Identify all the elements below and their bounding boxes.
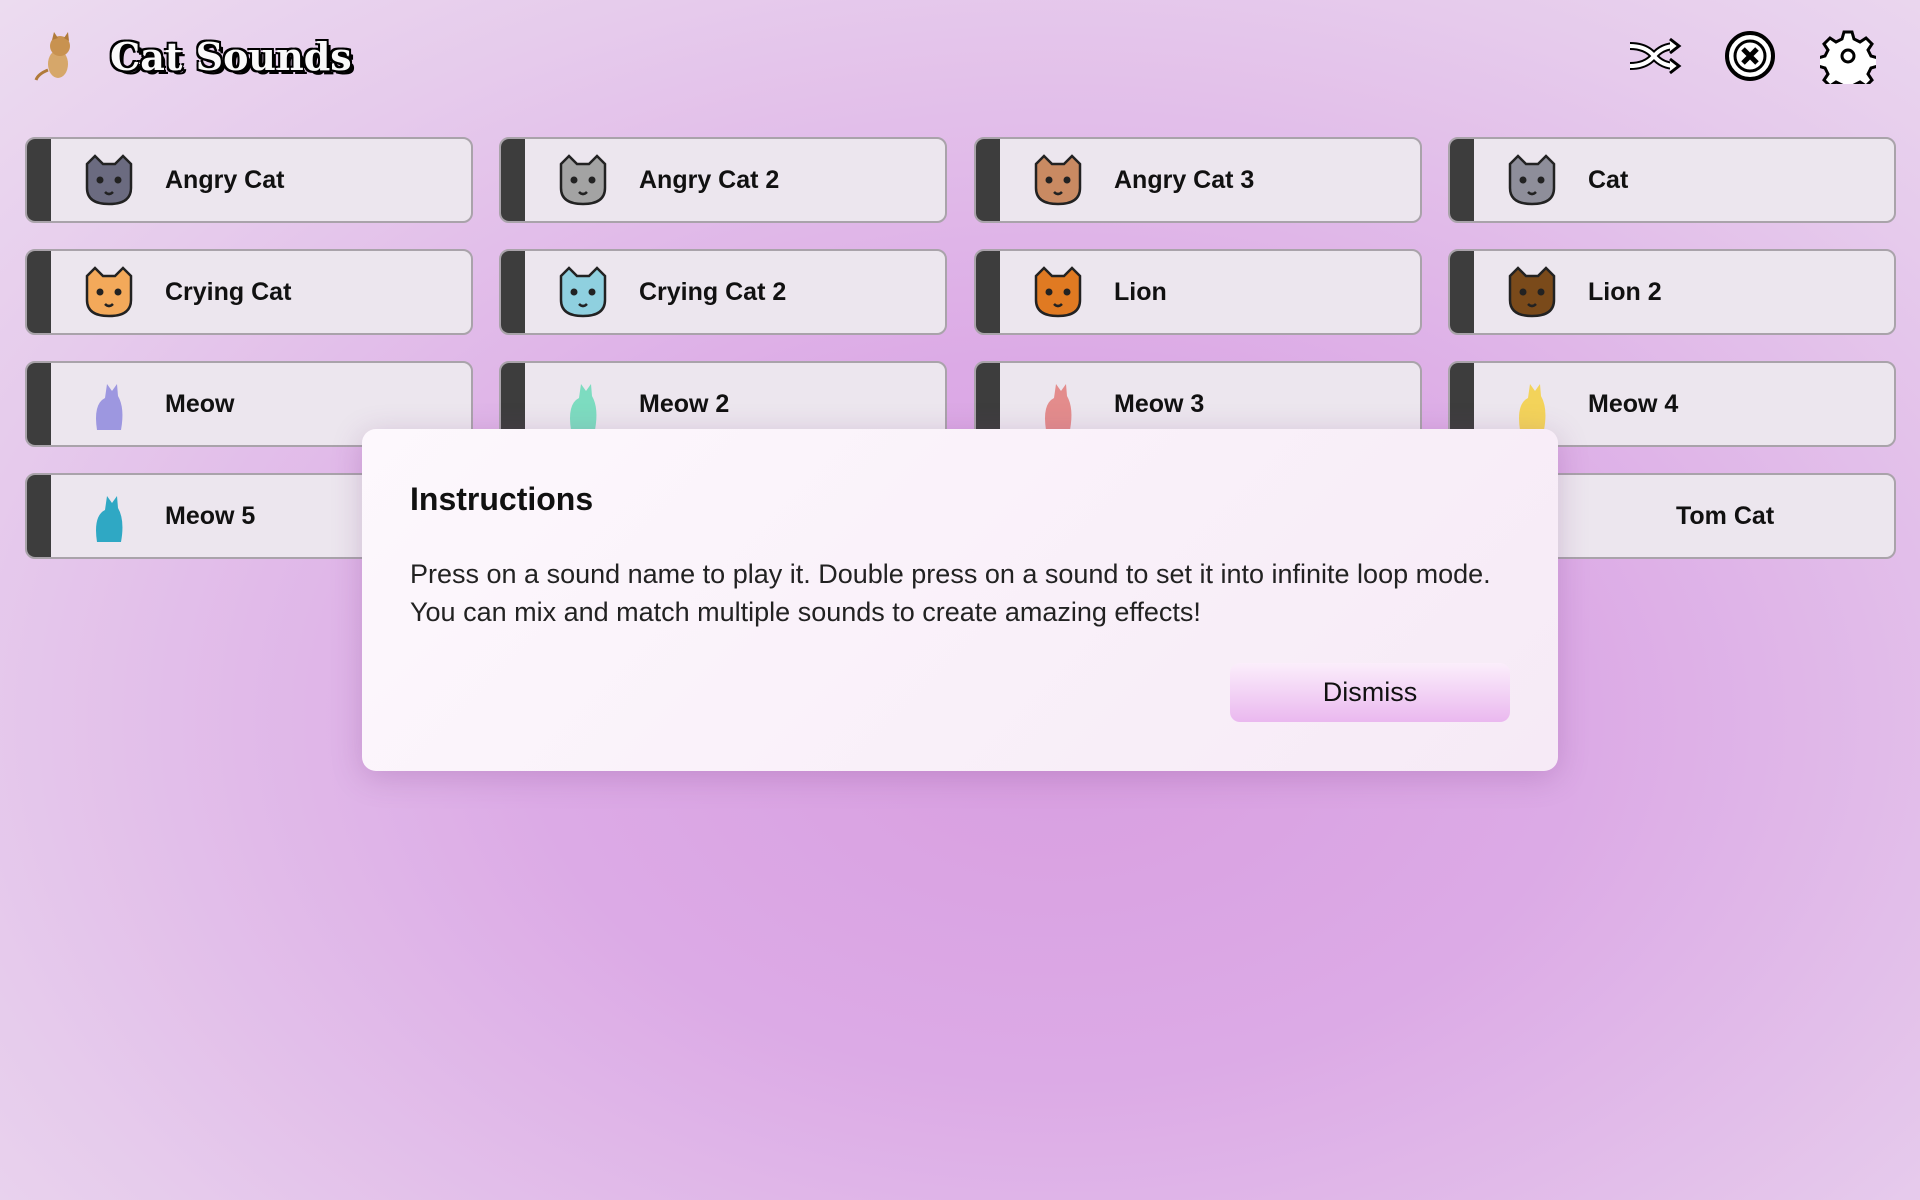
cat-silhouette-3-icon bbox=[1045, 384, 1072, 430]
cat-silhouette-2-icon bbox=[570, 384, 597, 430]
loop-indicator bbox=[27, 475, 51, 557]
loop-indicator bbox=[27, 251, 51, 333]
loop-indicator bbox=[976, 139, 1000, 221]
loop-indicator bbox=[501, 251, 525, 333]
sound-label: Crying Cat bbox=[165, 277, 292, 306]
loop-indicator bbox=[1450, 251, 1474, 333]
sound-label: Meow 3 bbox=[1114, 389, 1205, 418]
sound-button[interactable]: Lion bbox=[974, 249, 1422, 335]
cat-face-icon bbox=[1508, 154, 1556, 206]
sound-label: Angry Cat 3 bbox=[1114, 165, 1255, 194]
app-title: Cat Sounds bbox=[110, 34, 352, 79]
dismiss-button[interactable]: Dismiss bbox=[1230, 663, 1510, 722]
loop-indicator bbox=[976, 251, 1000, 333]
stop-all-icon[interactable] bbox=[1722, 28, 1778, 84]
sound-label: Angry Cat 2 bbox=[639, 165, 780, 194]
cat-silhouette-5-icon bbox=[96, 496, 123, 542]
lion-face-2-icon bbox=[1508, 266, 1556, 318]
sound-button[interactable]: Crying Cat bbox=[25, 249, 473, 335]
angry-cat-face-icon bbox=[85, 154, 133, 206]
sound-label: Meow 5 bbox=[165, 501, 256, 530]
shuffle-icon[interactable] bbox=[1626, 28, 1682, 84]
loop-indicator bbox=[27, 363, 51, 445]
sound-label: Cat bbox=[1588, 165, 1629, 194]
lion-face-icon bbox=[1034, 266, 1082, 318]
settings-icon[interactable] bbox=[1820, 28, 1876, 84]
sound-label: Lion bbox=[1114, 277, 1167, 306]
loop-indicator bbox=[27, 139, 51, 221]
sound-button[interactable]: Angry Cat bbox=[25, 137, 473, 223]
sound-label: Tom Cat bbox=[1676, 501, 1775, 530]
sound-label: Lion 2 bbox=[1588, 277, 1662, 306]
dialog-body: Press on a sound name to play it. Double… bbox=[410, 559, 1491, 627]
cat-silhouette-icon bbox=[96, 384, 123, 430]
sound-button[interactable]: Cat bbox=[1448, 137, 1896, 223]
loop-indicator bbox=[1450, 139, 1474, 221]
crying-cat-face-2-icon bbox=[559, 266, 607, 318]
cat-moon-icon bbox=[1519, 384, 1546, 430]
kitten-logo-icon bbox=[34, 32, 70, 81]
sound-button[interactable]: Lion 2 bbox=[1448, 249, 1896, 335]
sound-label: Angry Cat bbox=[165, 165, 285, 194]
sound-button[interactable]: Angry Cat 2 bbox=[499, 137, 947, 223]
loop-indicator bbox=[501, 139, 525, 221]
dialog-title: Instructions bbox=[410, 481, 594, 517]
sound-label: Meow 4 bbox=[1588, 389, 1679, 418]
angry-tabby-face-icon bbox=[1034, 154, 1082, 206]
angry-cat-face-2-icon bbox=[559, 154, 607, 206]
app-header: Cat Sounds bbox=[0, 0, 1920, 120]
sound-label: Meow bbox=[165, 389, 235, 418]
crying-cat-face-icon bbox=[85, 266, 133, 318]
sound-button[interactable]: Crying Cat 2 bbox=[499, 249, 947, 335]
sound-label: Crying Cat 2 bbox=[639, 277, 787, 306]
sound-label: Meow 2 bbox=[639, 389, 730, 418]
instructions-dialog: Instructions Press on a sound name to pl… bbox=[362, 429, 1558, 771]
sound-button[interactable]: Angry Cat 3 bbox=[974, 137, 1422, 223]
